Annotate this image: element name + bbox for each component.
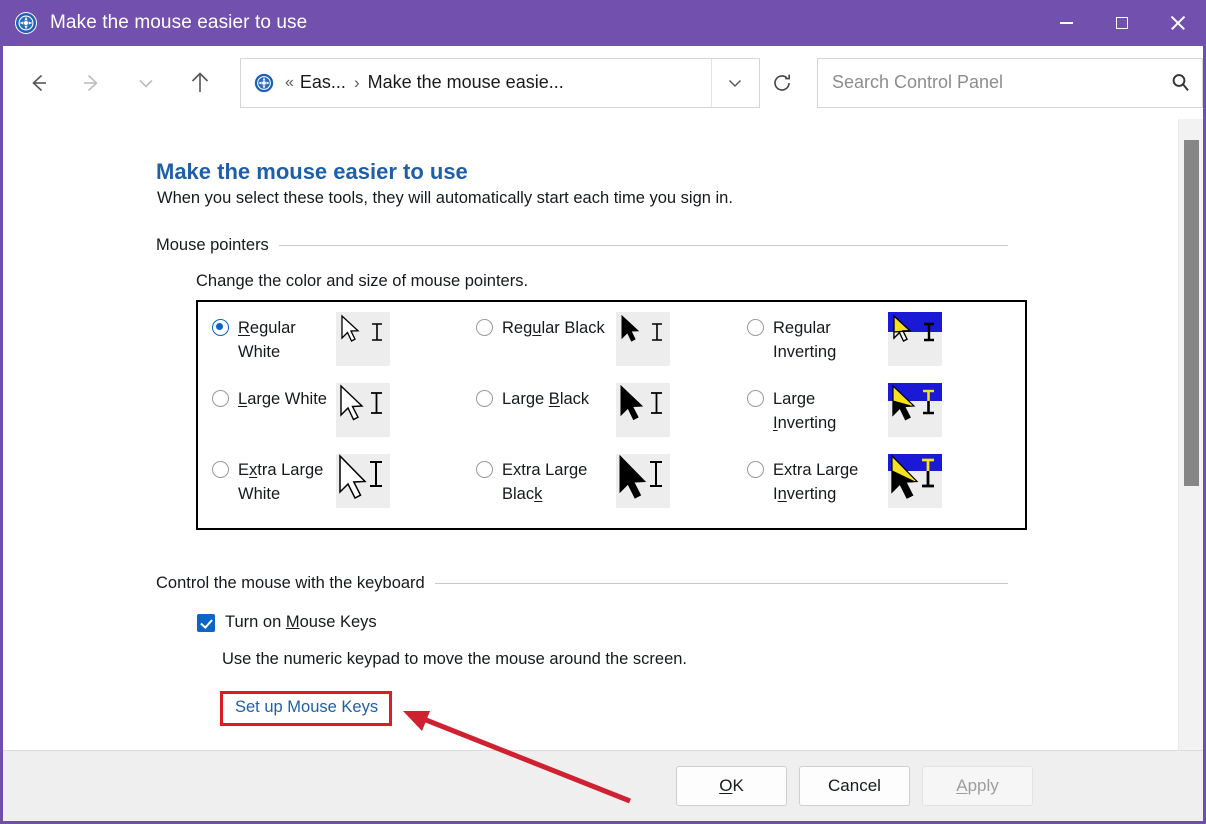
- pointer-label: Extra Large Inverting: [773, 461, 859, 503]
- radio-large-inverting[interactable]: [747, 390, 764, 407]
- navigation-bar: « Eas... › Make the mouse easie...: [3, 46, 1204, 119]
- breadcrumb-overflow[interactable]: «: [275, 74, 300, 92]
- radio-regular-black[interactable]: [476, 319, 493, 336]
- radio-regular-white[interactable]: [212, 319, 229, 336]
- refresh-button[interactable]: [760, 58, 805, 108]
- setup-mouse-keys-link[interactable]: Set up Mouse Keys: [235, 698, 378, 716]
- radio-large-black[interactable]: [476, 390, 493, 407]
- pointer-option-extra-large-white[interactable]: Extra Large White: [212, 458, 343, 506]
- window-title: Make the mouse easier to use: [50, 12, 308, 33]
- dialog-button-bar: OK Cancel Apply: [3, 750, 1203, 821]
- maximize-icon: [1116, 17, 1128, 29]
- pointer-preview-large-inverting: [888, 383, 942, 437]
- pointer-option-large-black[interactable]: Large Black: [476, 387, 622, 411]
- recent-locations-button[interactable]: [124, 61, 168, 105]
- radio-extra-large-white[interactable]: [212, 461, 229, 478]
- forward-button[interactable]: [70, 61, 114, 105]
- pointer-preview-regular-inverting: [888, 312, 942, 366]
- window-controls: [1038, 0, 1206, 46]
- pointer-preview-large-white: [336, 383, 390, 437]
- pointer-option-large-inverting[interactable]: Large Inverting: [747, 387, 883, 435]
- breadcrumb-item-current[interactable]: Make the mouse easie...: [368, 72, 564, 93]
- section-label: Control the mouse with the keyboard: [156, 574, 425, 592]
- pointer-option-large-white[interactable]: Large White: [212, 387, 343, 411]
- turn-on-mouse-keys-checkbox[interactable]: [197, 613, 215, 632]
- close-button[interactable]: [1150, 0, 1206, 46]
- pointer-option-regular-inverting[interactable]: Regular Inverting: [747, 316, 883, 364]
- search-box[interactable]: [816, 57, 1204, 108]
- divider: [434, 583, 1008, 584]
- turn-on-mouse-keys-row[interactable]: Turn on Mouse Keys: [197, 613, 377, 632]
- vertical-scrollbar[interactable]: [1178, 119, 1203, 753]
- minimize-icon: [1059, 22, 1073, 24]
- page-title: Make the mouse easier to use: [156, 159, 468, 184]
- pointer-option-regular-black[interactable]: Regular Black: [476, 316, 622, 340]
- title-bar: Make the mouse easier to use: [0, 0, 1206, 46]
- page-subtitle: When you select these tools, they will a…: [157, 189, 733, 207]
- minimize-button[interactable]: [1038, 0, 1094, 46]
- pointer-label: Regular Black: [502, 319, 605, 337]
- close-icon: [1170, 15, 1186, 31]
- pointer-label: Large Inverting: [773, 390, 837, 432]
- address-bar[interactable]: « Eas... › Make the mouse easie...: [240, 57, 760, 108]
- content-area: Make the mouse easier to use When you se…: [3, 119, 1181, 753]
- section-label: Mouse pointers: [156, 236, 269, 254]
- radio-regular-inverting[interactable]: [747, 319, 764, 336]
- setup-mouse-keys-highlight: Set up Mouse Keys: [220, 691, 393, 726]
- scrollbar-thumb[interactable]: [1184, 140, 1199, 486]
- pointer-preview-large-black: [616, 383, 670, 437]
- maximize-button[interactable]: [1094, 0, 1150, 46]
- pointer-preview-extra-large-inverting: [888, 454, 942, 508]
- ease-of-access-icon: [14, 11, 38, 35]
- mouse-keys-description: Use the numeric keypad to move the mouse…: [222, 650, 688, 668]
- pointer-label: Regular Inverting: [773, 319, 837, 361]
- radio-large-white[interactable]: [212, 390, 229, 407]
- back-button[interactable]: [16, 61, 60, 105]
- pointer-preview-regular-black: [616, 312, 670, 366]
- section-header-mouse-pointers: Mouse pointers: [156, 236, 1008, 255]
- radio-extra-large-black[interactable]: [476, 461, 493, 478]
- search-input[interactable]: [831, 72, 1159, 93]
- pointer-label: Extra Large White: [238, 461, 324, 503]
- pointer-option-extra-large-inverting[interactable]: Extra Large Inverting: [747, 458, 903, 506]
- ok-button[interactable]: OK: [676, 766, 787, 806]
- chevron-down-icon[interactable]: [710, 58, 759, 107]
- pointer-preview-regular-white: [336, 312, 390, 366]
- pointers-description: Change the color and size of mouse point…: [196, 272, 529, 290]
- pointer-label: Regular White: [238, 319, 296, 361]
- control-panel-window: Make the mouse easier to use « Eas... › …: [0, 0, 1206, 824]
- mouse-pointer-options-group: Regular White Large White Extra Large Wh…: [196, 300, 1027, 530]
- pointer-label: Large White: [238, 390, 327, 408]
- pointer-preview-extra-large-white: [336, 454, 390, 508]
- up-button[interactable]: [178, 61, 222, 105]
- section-header-control-mouse-keyboard: Control the mouse with the keyboard: [156, 574, 1008, 593]
- search-icon[interactable]: [1158, 72, 1202, 93]
- breadcrumb-item-ease[interactable]: Eas...: [300, 72, 346, 93]
- pointer-label: Extra Large Black: [502, 461, 588, 503]
- divider: [278, 245, 1008, 246]
- apply-button: Apply: [922, 766, 1033, 806]
- pointer-option-regular-white[interactable]: Regular White: [212, 316, 343, 364]
- breadcrumb-separator: ›: [353, 72, 360, 92]
- radio-extra-large-inverting[interactable]: [747, 461, 764, 478]
- cancel-button[interactable]: Cancel: [799, 766, 910, 806]
- pointer-label: Large Black: [502, 390, 590, 408]
- checkbox-label: Turn on Mouse Keys: [225, 613, 377, 631]
- pointer-preview-extra-large-black: [616, 454, 670, 508]
- ease-of-access-icon: [253, 72, 275, 94]
- pointer-option-extra-large-black[interactable]: Extra Large Black: [476, 458, 622, 506]
